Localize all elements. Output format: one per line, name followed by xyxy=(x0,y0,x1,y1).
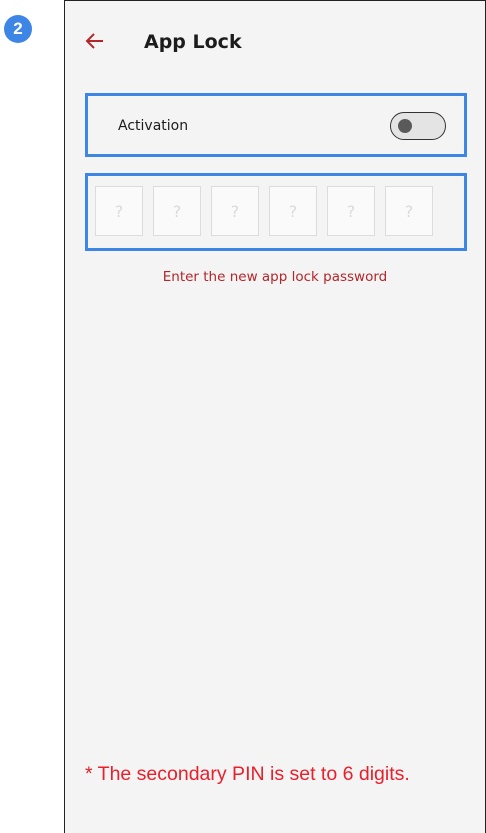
pin-input-group: ? ? ? ? ? ? xyxy=(85,173,467,251)
pin-digit-2[interactable]: ? xyxy=(153,186,201,236)
arrow-left-icon xyxy=(84,30,106,57)
page-title: App Lock xyxy=(144,31,242,53)
toggle-knob xyxy=(398,119,412,133)
activation-label: Activation xyxy=(118,118,189,134)
step-badge: 2 xyxy=(4,15,32,43)
pin-digit-1[interactable]: ? xyxy=(95,186,143,236)
pin-digit-3[interactable]: ? xyxy=(211,186,259,236)
secondary-pin-note: * The secondary PIN is set to 6 digits. xyxy=(85,763,410,785)
activation-row: Activation xyxy=(85,93,467,157)
password-hint: Enter the new app lock password xyxy=(162,269,388,285)
pin-digit-6[interactable]: ? xyxy=(385,186,433,236)
activation-toggle[interactable] xyxy=(390,112,446,140)
app-bar: App Lock xyxy=(65,1,485,85)
pin-digit-4[interactable]: ? xyxy=(269,186,317,236)
back-button[interactable] xyxy=(81,29,109,57)
phone-screen: App Lock Activation ? ? ? ? ? ? Enter th… xyxy=(64,0,486,833)
pin-digit-5[interactable]: ? xyxy=(327,186,375,236)
